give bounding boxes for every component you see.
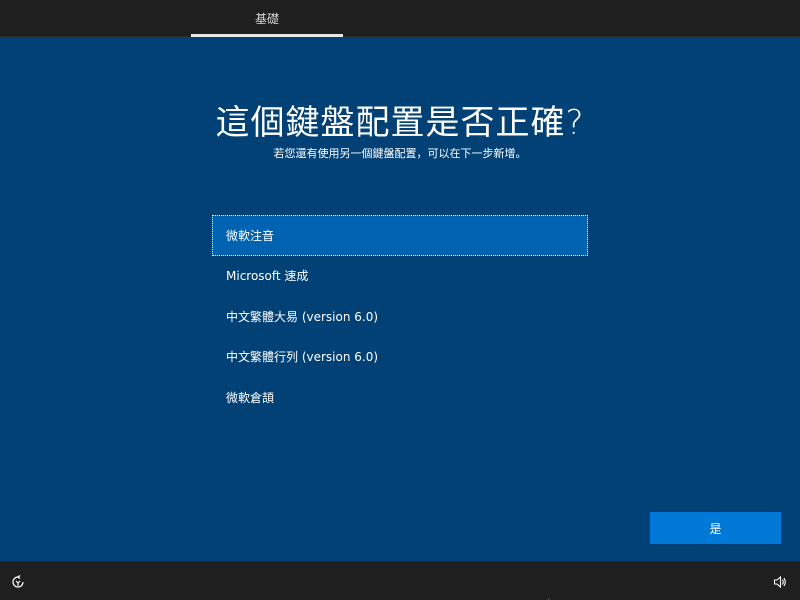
top-bar: 基礎 [0, 0, 800, 37]
volume-icon[interactable] [773, 574, 787, 589]
layout-item-dayi[interactable]: 中文繁體大易 (version 6.0) [212, 296, 588, 337]
layout-item-microsoft-changjie[interactable]: 微軟倉頡 [212, 377, 588, 418]
tab-basics-label: 基礎 [254, 12, 279, 26]
page-title: 這個鍵盤配置是否正確? [215, 103, 585, 143]
yes-button[interactable]: 是 [650, 512, 781, 544]
layout-item-label: 中文繁體大易 (version 6.0) [226, 309, 379, 324]
layout-item-microsoft-bopomofo[interactable]: 微軟注音 [212, 215, 588, 256]
keyboard-layout-list: 微軟注音 Microsoft 速成 中文繁體大易 (version 6.0) 中… [212, 215, 588, 418]
main-panel: 這個鍵盤配置是否正確? 若您還有使用另一個鍵盤配置，可以在下一步新增。 微軟注音… [0, 37, 800, 561]
tab-basics[interactable]: 基礎 [191, 0, 343, 37]
page-subtitle: 若您還有使用另一個鍵盤配置，可以在下一步新增。 [273, 147, 527, 160]
layout-item-label: 微軟注音 [226, 228, 275, 243]
layout-item-array[interactable]: 中文繁體行列 (version 6.0) [212, 337, 588, 378]
layout-item-label: Microsoft 速成 [226, 269, 309, 284]
layout-item-label: 微軟倉頡 [226, 390, 275, 405]
layout-item-microsoft-quick[interactable]: Microsoft 速成 [212, 256, 588, 297]
layout-item-label: 中文繁體行列 (version 6.0) [226, 350, 379, 365]
bottom-bar [0, 561, 800, 600]
ease-of-access-icon[interactable] [11, 574, 25, 588]
